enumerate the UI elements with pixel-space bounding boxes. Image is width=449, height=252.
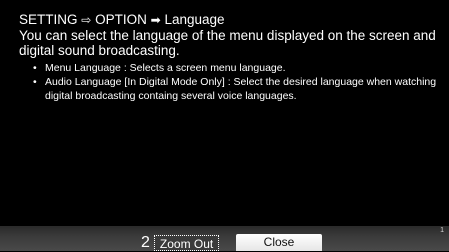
list-item: • Audio Language [In Digital Mode Only] … <box>33 75 444 103</box>
help-intro-text: You can select the language of the menu … <box>19 28 436 58</box>
breadcrumb: SETTING ⇨ OPTION ➡ Language <box>19 12 444 28</box>
breadcrumb-setting: SETTING <box>19 12 78 27</box>
bullet-text: Menu Language : Selects a screen menu la… <box>45 62 286 74</box>
zoom-out-button[interactable]: Zoom Out <box>153 234 220 251</box>
breadcrumb-option: OPTION <box>95 12 147 27</box>
solid-arrow-icon: ➡ <box>150 13 161 27</box>
bullet-icon: • <box>33 76 37 88</box>
help-content: SETTING ⇨ OPTION ➡ Language You can sele… <box>19 12 444 103</box>
zoom-out-control: 2 Zoom Out <box>138 234 220 251</box>
bullet-icon: • <box>33 62 37 74</box>
breadcrumb-language: Language <box>164 12 225 27</box>
help-screen: SETTING ⇨ OPTION ➡ Language You can sele… <box>0 0 449 251</box>
help-bullet-list: • Menu Language : Selects a screen menu … <box>19 61 444 103</box>
list-item: • Menu Language : Selects a screen menu … <box>33 61 444 75</box>
zoom-key-number: 2 <box>141 234 150 251</box>
outline-arrow-icon: ⇨ <box>81 13 92 27</box>
close-button[interactable]: Close <box>236 234 322 251</box>
page-number: 1 <box>440 227 444 234</box>
footer-bar <box>0 226 449 251</box>
bullet-text: Audio Language [In Digital Mode Only] : … <box>45 76 437 102</box>
